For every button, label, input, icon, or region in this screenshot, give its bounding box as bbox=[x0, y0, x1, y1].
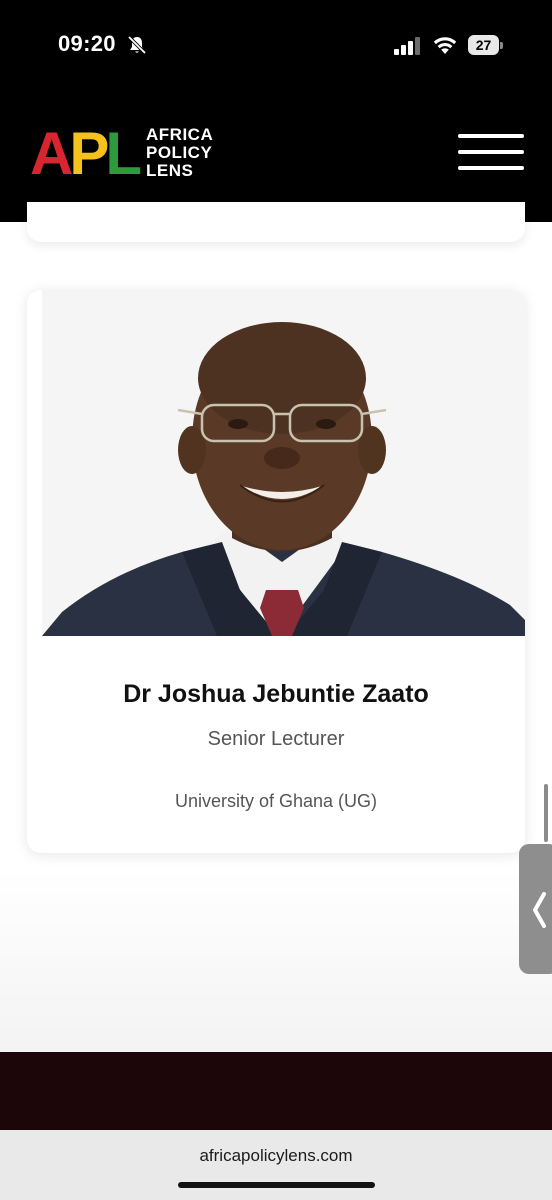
scrollbar[interactable] bbox=[544, 784, 548, 842]
logo-letter-a: A bbox=[30, 120, 73, 187]
home-indicator bbox=[178, 1182, 375, 1188]
logo-mark: APL bbox=[30, 124, 142, 184]
logo-word-lens: LENS bbox=[146, 161, 194, 180]
top-header-area: 09:20 27 APL AFRICA POLICY LENS bbox=[0, 0, 552, 222]
profile-role: Senior Lecturer bbox=[207, 728, 345, 750]
battery-icon: 27 bbox=[468, 35, 504, 55]
battery-level: 27 bbox=[468, 35, 499, 55]
apl-logo[interactable]: APL AFRICA POLICY LENS bbox=[30, 122, 240, 186]
main-content: Dr Joshua Jebuntie Zaato Senior Lecturer… bbox=[0, 202, 552, 1052]
logo-word-policy: POLICY bbox=[146, 143, 213, 162]
wifi-icon bbox=[433, 37, 457, 54]
status-bar: 09:20 27 bbox=[0, 0, 552, 90]
profile-card[interactable]: Dr Joshua Jebuntie Zaato Senior Lecturer… bbox=[27, 290, 525, 853]
logo-word-africa: AFRICA bbox=[146, 125, 214, 144]
site-footer bbox=[0, 1052, 552, 1130]
logo-wordmark: AFRICA POLICY LENS bbox=[146, 126, 213, 180]
logo-letter-p: P bbox=[69, 120, 109, 187]
chevron-left-icon bbox=[533, 892, 546, 928]
status-time: 09:20 bbox=[58, 31, 116, 56]
side-drawer-tab[interactable] bbox=[519, 844, 552, 974]
profile-organization: University of Ghana (UG) bbox=[174, 791, 378, 811]
address-url[interactable]: africapolicylens.com bbox=[0, 1146, 552, 1166]
bell-off-icon bbox=[127, 35, 147, 55]
profile-name: Dr Joshua Jebuntie Zaato bbox=[123, 680, 429, 708]
previous-profile-card bbox=[27, 202, 525, 242]
profile-photo bbox=[42, 290, 525, 636]
battery-cap bbox=[500, 42, 503, 49]
hamburger-menu-icon[interactable] bbox=[458, 134, 526, 172]
logo-letter-l: L bbox=[105, 120, 142, 187]
browser-address-bar[interactable]: africapolicylens.com bbox=[0, 1130, 552, 1200]
signal-icon bbox=[394, 37, 420, 55]
